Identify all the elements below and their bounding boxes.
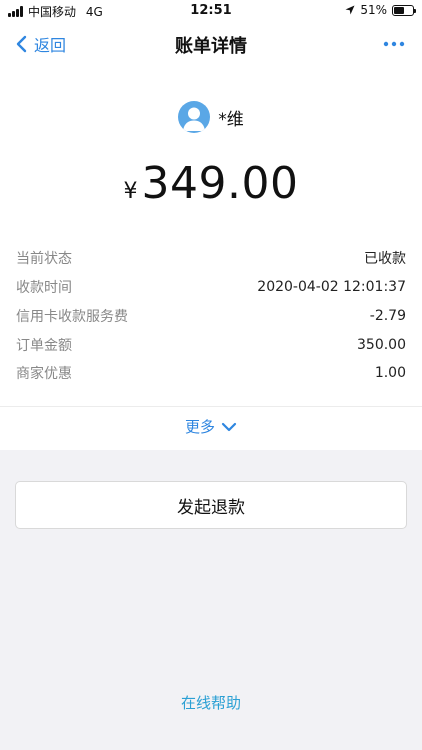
- detail-label: 信用卡收款服务费: [16, 308, 128, 325]
- more-details-toggle[interactable]: 更多: [0, 416, 422, 437]
- detail-value: 350.00: [357, 336, 406, 353]
- detail-value: 已收款: [364, 251, 406, 268]
- navigation-bar: 返回 账单详情: [0, 22, 422, 66]
- avatar: [178, 101, 211, 133]
- detail-label: 收款时间: [16, 280, 72, 297]
- status-bar: 中国移动 4G 12:51 51%: [0, 0, 422, 22]
- detail-row-order-amount: 订单金额 350.00: [16, 330, 406, 359]
- page-title: 账单详情: [175, 36, 247, 57]
- location-arrow-icon: [345, 5, 355, 15]
- bill-details: 当前状态 已收款 收款时间 2020-04-02 12:01:37 信用卡收款服…: [16, 244, 406, 388]
- payer-info: *维: [0, 101, 422, 133]
- more-options-icon[interactable]: [378, 32, 410, 56]
- detail-value: -2.79: [369, 307, 406, 324]
- detail-label: 订单金额: [16, 337, 72, 354]
- user-icon: [183, 107, 206, 131]
- battery-icon: [392, 4, 416, 16]
- chevron-down-icon: [221, 422, 237, 431]
- detail-row-time: 收款时间 2020-04-02 12:01:37: [16, 273, 406, 302]
- divider: [0, 406, 422, 407]
- online-help-link[interactable]: 在线帮助: [0, 692, 422, 713]
- detail-value: 1.00: [374, 365, 406, 382]
- detail-value: 2020-04-02 12:01:37: [257, 279, 406, 296]
- detail-label: 当前状态: [16, 251, 72, 268]
- status-right: 51%: [345, 3, 416, 17]
- initiate-refund-button[interactable]: 发起退款: [15, 481, 407, 529]
- more-label: 更多: [184, 418, 215, 436]
- payer-name: *维: [218, 109, 244, 130]
- battery-percentage: 51%: [360, 3, 387, 17]
- detail-label: 商家优惠: [16, 366, 72, 383]
- detail-row-service-fee: 信用卡收款服务费 -2.79: [16, 302, 406, 331]
- detail-row-merchant-discount: 商家优惠 1.00: [16, 359, 406, 388]
- detail-row-status: 当前状态 已收款: [16, 244, 406, 273]
- amount-value: 349.00: [141, 158, 299, 209]
- currency-symbol: ¥: [123, 179, 138, 204]
- bill-amount: ¥ 349.00: [0, 158, 422, 209]
